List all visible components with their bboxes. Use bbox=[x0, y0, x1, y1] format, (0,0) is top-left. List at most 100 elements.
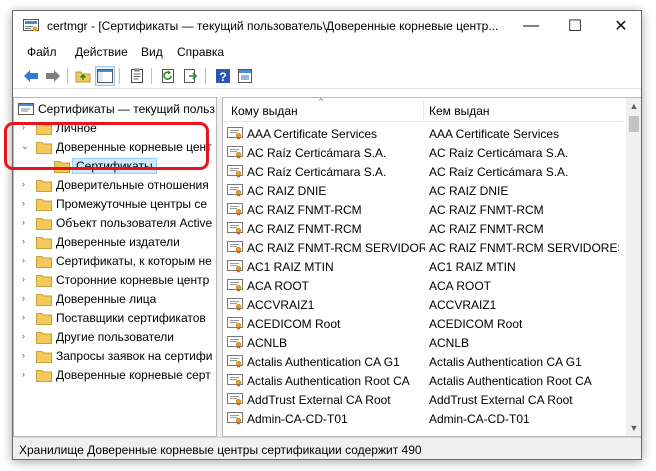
list-item[interactable]: AAA Certificate Services AAA Certificate … bbox=[223, 124, 623, 143]
svg-text:?: ? bbox=[219, 70, 226, 84]
up-folder-icon bbox=[75, 71, 91, 83]
menu-help[interactable]: Справка bbox=[177, 45, 224, 59]
tree-item-cert-providers[interactable]: › Поставщики сертификатов bbox=[14, 309, 216, 328]
tree-item-label: Доверенные издатели bbox=[56, 235, 180, 249]
issued-by-cell: ACEDICOM Root bbox=[429, 317, 523, 331]
folder-icon bbox=[36, 218, 52, 230]
list-item[interactable]: AC RAIZ FNMT-RCM SERVIDORE... AC RAIZ FNM… bbox=[223, 238, 623, 257]
sort-ascending-icon: ^ bbox=[319, 97, 324, 106]
issued-to-cell: AAA Certificate Services bbox=[247, 127, 378, 141]
chevron-right-icon: › bbox=[22, 350, 25, 360]
tree-item-trusted-publishers[interactable]: › Доверенные издатели bbox=[14, 233, 216, 252]
issued-to-cell: ACA ROOT bbox=[247, 279, 310, 293]
help-button[interactable]: ? bbox=[213, 66, 233, 86]
toolbar-separator bbox=[119, 68, 120, 84]
status-text: Хранилище Доверенные корневые центры сер… bbox=[19, 443, 422, 457]
tree-item-other-people[interactable]: › Другие пользователи bbox=[14, 328, 216, 347]
certificate-icon bbox=[227, 127, 243, 140]
certificate-icon bbox=[227, 298, 243, 311]
column-issued-by[interactable]: Кем выдан bbox=[429, 104, 490, 118]
issued-to-cell: AddTrust External CA Root bbox=[247, 393, 391, 407]
tree-item-label: Поставщики сертификатов bbox=[56, 311, 206, 325]
list-item[interactable]: ACEDICOM Root ACEDICOM Root bbox=[223, 314, 623, 333]
list-item[interactable]: AC RAIZ FNMT-RCM AC RAIZ FNMT-RCM bbox=[223, 219, 623, 238]
list-item[interactable]: AC1 RAIZ MTIN AC1 RAIZ MTIN bbox=[223, 257, 623, 276]
issued-to-cell: AC1 RAIZ MTIN bbox=[247, 260, 334, 274]
forward-button[interactable] bbox=[43, 66, 63, 86]
status-bar: Хранилище Доверенные корневые центры сер… bbox=[13, 437, 641, 459]
list-item[interactable]: AC Raíz Certicámara S.A. AC Raíz Certicám… bbox=[223, 162, 623, 181]
issued-to-cell: Admin-CA-CD-T01 bbox=[247, 412, 348, 426]
list-item[interactable]: Actalis Authentication Root CA Actalis Au… bbox=[223, 371, 623, 390]
list-item[interactable]: Admin-CA-CD-T01 Admin-CA-CD-T01 bbox=[223, 409, 623, 428]
up-folder-button[interactable] bbox=[73, 66, 93, 86]
certmgr-window: certmgr - [Сертификаты — текущий пользов… bbox=[12, 10, 642, 460]
tree-item-third-party-root[interactable]: › Сторонние корневые центр bbox=[14, 271, 216, 290]
list-item[interactable]: ACCVRAIZ1 ACCVRAIZ1 bbox=[223, 295, 623, 314]
chevron-right-icon: › bbox=[22, 369, 25, 379]
tree-item-untrusted[interactable]: › Сертификаты, к которым не bbox=[14, 252, 216, 271]
chevron-right-icon: › bbox=[22, 331, 25, 341]
tree-item-label: Запросы заявок на сертифи bbox=[56, 349, 213, 363]
minimize-button[interactable]: — bbox=[509, 11, 553, 41]
minimize-icon: — bbox=[523, 17, 539, 34]
export-list-button[interactable] bbox=[181, 66, 201, 86]
issued-to-cell: AC RAIZ FNMT-RCM SERVIDORE... bbox=[247, 241, 425, 255]
list-item[interactable]: AC RAIZ FNMT-RCM AC RAIZ FNMT-RCM bbox=[223, 200, 623, 219]
console-button[interactable] bbox=[235, 66, 255, 86]
issued-to-cell: ACCVRAIZ1 bbox=[247, 298, 315, 312]
menu-view[interactable]: Вид bbox=[141, 45, 163, 59]
tree-item-intermediate[interactable]: › Промежуточные центры се bbox=[14, 195, 216, 214]
list-item[interactable]: AddTrust External CA Root AddTrust Extern… bbox=[223, 390, 623, 409]
folder-icon bbox=[36, 256, 52, 268]
console-tree-button[interactable] bbox=[95, 66, 115, 86]
back-button[interactable] bbox=[21, 66, 41, 86]
list-header: ^ Кому выдан Кем выдан bbox=[223, 98, 623, 122]
tree-item-enrollment-requests[interactable]: › Запросы заявок на сертифи bbox=[14, 347, 216, 366]
issued-by-cell: AC Raíz Certicámara S.A. bbox=[429, 146, 569, 160]
vertical-scrollbar[interactable]: ▲ ▼ bbox=[626, 98, 641, 436]
scroll-up-icon[interactable]: ▲ bbox=[626, 98, 641, 114]
certificate-icon bbox=[227, 412, 243, 425]
maximize-button[interactable]: ☐ bbox=[553, 11, 597, 41]
certificate-icon bbox=[227, 165, 243, 178]
column-issued-to[interactable]: Кому выдан bbox=[231, 104, 298, 118]
folder-icon bbox=[36, 370, 52, 382]
column-divider[interactable] bbox=[423, 100, 424, 120]
folder-icon bbox=[36, 275, 52, 287]
tree-item-smartcard-roots[interactable]: › Доверенные корневые серт bbox=[14, 366, 216, 385]
issued-to-cell: AC Raíz Certicámara S.A. bbox=[247, 146, 387, 160]
certificate-icon bbox=[227, 184, 243, 197]
tree-item-label: Сторонние корневые центр bbox=[56, 273, 210, 287]
list-item[interactable]: ACNLB ACNLB bbox=[223, 333, 623, 352]
folder-icon bbox=[36, 351, 52, 363]
issued-to-cell: ACEDICOM Root bbox=[247, 317, 341, 331]
menu-action[interactable]: Действие bbox=[75, 45, 128, 59]
help-icon: ? bbox=[216, 69, 230, 84]
tree-item-label: Объект пользователя Active bbox=[56, 216, 213, 230]
list-item[interactable]: AC RAIZ DNIE AC RAIZ DNIE bbox=[223, 181, 623, 200]
properties-icon bbox=[131, 68, 143, 83]
tree-item-trusted-people[interactable]: › Доверенные лица bbox=[14, 290, 216, 309]
folder-icon bbox=[36, 332, 52, 344]
close-button[interactable]: ✕ bbox=[599, 11, 641, 41]
highlight-annotation bbox=[4, 122, 209, 170]
console-icon bbox=[238, 69, 252, 83]
chevron-right-icon: › bbox=[22, 293, 25, 303]
scrollbar-thumb[interactable] bbox=[629, 116, 639, 132]
toolbar-separator bbox=[67, 68, 68, 84]
refresh-button[interactable] bbox=[159, 66, 179, 86]
tree-item-ad-user-object[interactable]: › Объект пользователя Active bbox=[14, 214, 216, 233]
tree-root[interactable]: Сертификаты — текущий польз bbox=[14, 100, 216, 119]
scroll-down-icon[interactable]: ▼ bbox=[626, 420, 641, 436]
tree-item-label: Доверенные корневые серт bbox=[56, 368, 211, 382]
certificate-icon bbox=[227, 222, 243, 235]
issued-by-cell: AAA Certificate Services bbox=[429, 127, 560, 141]
list-item[interactable]: ACA ROOT ACA ROOT bbox=[223, 276, 623, 295]
tree-item-trust-relations[interactable]: › Доверительные отношения bbox=[14, 176, 216, 195]
chevron-right-icon: › bbox=[22, 198, 25, 208]
list-item[interactable]: AC Raíz Certicámara S.A. AC Raíz Certicám… bbox=[223, 143, 623, 162]
list-item[interactable]: Actalis Authentication CA G1 Actalis Auth… bbox=[223, 352, 623, 371]
menu-file[interactable]: Файл bbox=[27, 45, 57, 59]
properties-button[interactable] bbox=[127, 66, 147, 86]
